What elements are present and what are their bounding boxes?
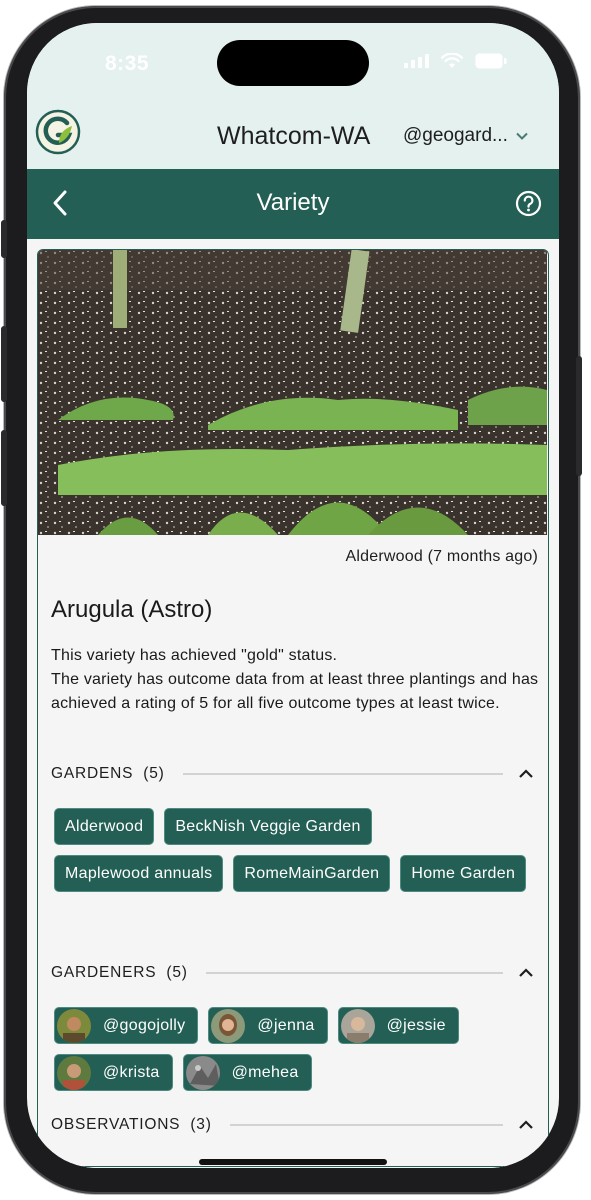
- page-title: Variety: [256, 189, 330, 216]
- observation-card[interactable]: [38, 1166, 547, 1168]
- gardens-section-header[interactable]: GARDENS (5): [51, 762, 539, 786]
- observations-title: OBSERVATIONS: [51, 1116, 181, 1133]
- avatar: [57, 1008, 91, 1043]
- photo-caption: Alderwood (7 months ago): [345, 548, 538, 565]
- avatar: [340, 1008, 375, 1043]
- status-icons: [404, 53, 507, 69]
- gardener-chip[interactable]: @mehea: [182, 1054, 312, 1091]
- gardener-handle: @gogojolly: [103, 1016, 186, 1034]
- chevron-up-icon[interactable]: [517, 964, 535, 982]
- gardener-chip[interactable]: @gogojolly: [54, 1007, 199, 1044]
- status-line-1: This variety has achieved "gold" status.: [51, 647, 338, 664]
- variety-name: Arugula (Astro): [51, 596, 213, 623]
- gardener-handle: @krista: [103, 1063, 160, 1081]
- mute-switch: [1, 220, 7, 258]
- avatar: [57, 1055, 91, 1090]
- status-line-2: The variety has outcome data from at lea…: [51, 671, 539, 712]
- gardeners-chip-list: @gogojolly @jenna @jessie @krista @mehea: [54, 1007, 542, 1091]
- user-selector[interactable]: @geogard...: [403, 125, 528, 147]
- volume-up-button: [1, 326, 7, 402]
- chevron-down-icon: [516, 132, 528, 140]
- geogarden-logo[interactable]: [35, 109, 81, 155]
- chevron-up-icon[interactable]: [517, 765, 535, 783]
- garden-chip[interactable]: BeckNish Veggie Garden: [164, 808, 372, 845]
- volume-down-button: [1, 430, 7, 506]
- region-name: Whatcom-WA: [217, 122, 371, 150]
- home-indicator[interactable]: [199, 1159, 387, 1165]
- gardens-title: GARDENS: [51, 765, 134, 782]
- dynamic-island: [217, 40, 369, 86]
- gardener-handle: @jessie: [386, 1016, 446, 1034]
- gardeners-title: GARDENERS: [51, 964, 157, 981]
- wifi-icon: [441, 53, 463, 68]
- power-button: [576, 356, 582, 476]
- avatar: [211, 1008, 246, 1043]
- gardener-chip[interactable]: @krista: [54, 1054, 173, 1091]
- garden-chip[interactable]: Home Garden: [400, 855, 527, 892]
- cellular-signal-icon: [404, 54, 429, 68]
- section-divider: [229, 1124, 503, 1126]
- section-divider: [182, 773, 503, 775]
- battery-icon: [475, 53, 507, 69]
- status-time: 8:35: [105, 52, 150, 75]
- observations-section-header[interactable]: OBSERVATIONS (3): [51, 1113, 539, 1137]
- section-divider: [205, 972, 503, 974]
- gardener-chip[interactable]: @jessie: [337, 1007, 459, 1044]
- garden-chip[interactable]: Alderwood: [54, 808, 155, 845]
- garden-chip[interactable]: RomeMainGarden: [233, 855, 391, 892]
- variety-status-description: This variety has achieved "gold" status.…: [51, 644, 541, 716]
- gardener-chip[interactable]: @jenna: [208, 1007, 328, 1044]
- gardeners-section-header[interactable]: GARDENERS (5): [51, 961, 539, 985]
- chevron-up-icon[interactable]: [517, 1116, 535, 1134]
- help-circle-icon[interactable]: [515, 190, 542, 217]
- user-handle: @geogard...: [403, 125, 508, 146]
- garden-chip[interactable]: Maplewood annuals: [54, 855, 224, 892]
- gardener-handle: @mehea: [231, 1063, 299, 1081]
- variety-card: Alderwood (7 months ago) Arugula (Astro)…: [37, 249, 549, 1168]
- gardeners-count: (5): [166, 964, 188, 981]
- gardens-count: (5): [143, 765, 165, 782]
- variety-photo[interactable]: [38, 250, 547, 535]
- app-screen: 8:35 Whatcom-WA @geogard... Variety Alde…: [27, 23, 559, 1168]
- gardener-handle: @jenna: [257, 1016, 315, 1034]
- observations-count: (3): [190, 1116, 212, 1133]
- gardens-chip-list: Alderwood BeckNish Veggie Garden Maplewo…: [54, 808, 542, 892]
- avatar: [185, 1055, 220, 1090]
